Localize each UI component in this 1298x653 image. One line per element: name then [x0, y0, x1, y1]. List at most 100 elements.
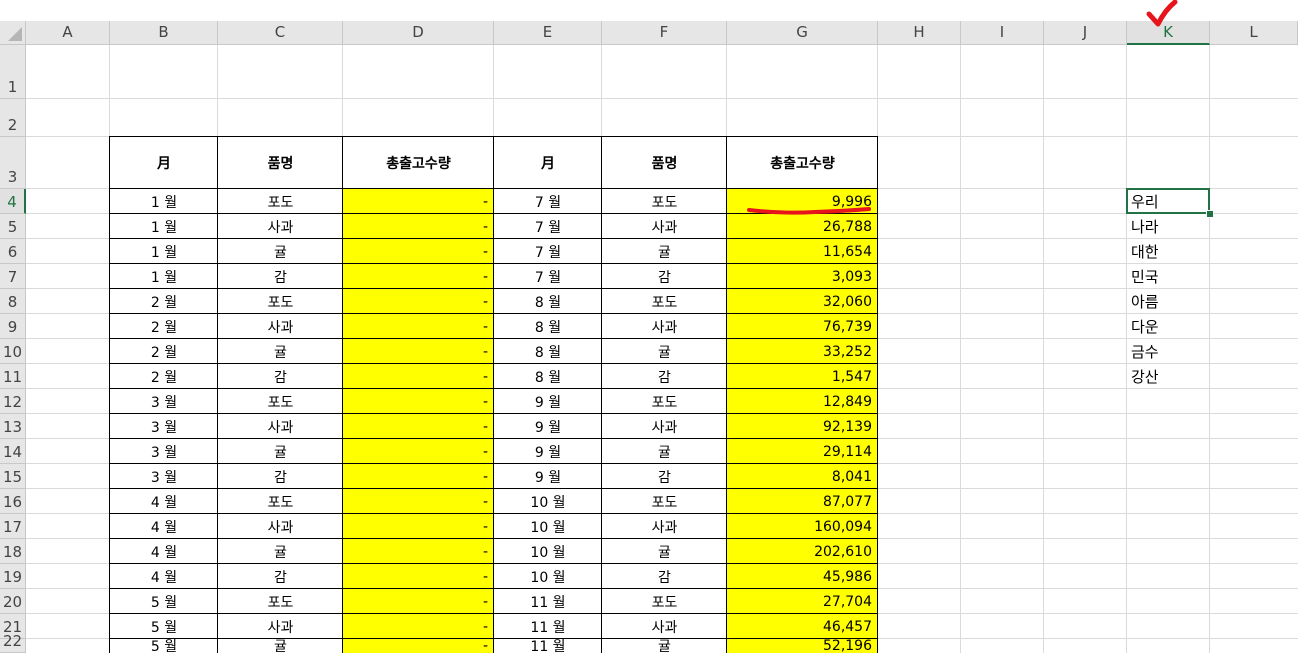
table-cell[interactable]: 감 — [602, 364, 727, 389]
table-cell[interactable]: 포도 — [602, 389, 727, 414]
row-header-11[interactable]: 11 — [0, 364, 26, 389]
table-cell[interactable]: - — [343, 639, 494, 653]
row-header-2[interactable]: 2 — [0, 99, 26, 137]
fill-handle[interactable] — [1206, 210, 1214, 218]
table-cell[interactable]: 귤 — [602, 539, 727, 564]
table-cell[interactable]: - — [343, 339, 494, 364]
table-cell[interactable]: - — [343, 289, 494, 314]
row-header-16[interactable]: 16 — [0, 489, 26, 514]
table-cell[interactable]: 160,094 — [727, 514, 878, 539]
table-cell[interactable]: 2 월 — [110, 339, 218, 364]
table-cell[interactable]: 11,654 — [727, 239, 878, 264]
table-cell[interactable]: 1 월 — [110, 264, 218, 289]
table-cell[interactable]: 9 월 — [494, 414, 602, 439]
table-cell[interactable]: 27,704 — [727, 589, 878, 614]
table-cell[interactable]: 사과 — [602, 514, 727, 539]
table-cell[interactable]: - — [343, 214, 494, 239]
table-cell[interactable]: 감 — [602, 264, 727, 289]
column-header-l[interactable]: L — [1210, 21, 1298, 45]
table-cell[interactable]: 포도 — [218, 489, 343, 514]
row-header-10[interactable]: 10 — [0, 339, 26, 364]
k-column-cell[interactable]: 나라 — [1127, 214, 1210, 239]
column-header-c[interactable]: C — [218, 21, 343, 45]
table-cell[interactable]: 감 — [218, 264, 343, 289]
table-cell[interactable]: 포도 — [218, 389, 343, 414]
column-header-e[interactable]: E — [494, 21, 602, 45]
table-header-cell[interactable]: 품명 — [218, 137, 343, 189]
table-header-cell[interactable]: 月 — [110, 137, 218, 189]
table-cell[interactable]: 7 월 — [494, 239, 602, 264]
row-header-14[interactable]: 14 — [0, 439, 26, 464]
table-cell[interactable]: - — [343, 314, 494, 339]
table-cell[interactable]: 감 — [602, 464, 727, 489]
table-cell[interactable]: 귤 — [218, 439, 343, 464]
table-cell[interactable]: 8 월 — [494, 339, 602, 364]
table-cell[interactable]: 사과 — [218, 414, 343, 439]
select-all-corner[interactable] — [0, 21, 26, 45]
table-cell[interactable]: 1 월 — [110, 189, 218, 214]
table-cell[interactable]: 3 월 — [110, 389, 218, 414]
table-cell[interactable]: - — [343, 589, 494, 614]
table-cell[interactable]: 3 월 — [110, 414, 218, 439]
row-header-20[interactable]: 20 — [0, 589, 26, 614]
row-header-18[interactable]: 18 — [0, 539, 26, 564]
table-cell[interactable]: - — [343, 464, 494, 489]
table-cell[interactable]: 귤 — [218, 639, 343, 653]
table-cell[interactable]: 7 월 — [494, 189, 602, 214]
row-header-8[interactable]: 8 — [0, 289, 26, 314]
table-cell[interactable]: 포도 — [218, 289, 343, 314]
table-cell[interactable]: 5 월 — [110, 614, 218, 639]
row-header-12[interactable]: 12 — [0, 389, 26, 414]
row-header-1[interactable]: 1 — [0, 45, 26, 99]
table-cell[interactable]: 8 월 — [494, 314, 602, 339]
active-cell-selection[interactable] — [1126, 188, 1210, 214]
table-cell[interactable]: 4 월 — [110, 564, 218, 589]
table-cell[interactable]: 5 월 — [110, 639, 218, 653]
table-cell[interactable]: 202,610 — [727, 539, 878, 564]
table-cell[interactable]: 감 — [218, 464, 343, 489]
table-cell[interactable]: 감 — [218, 564, 343, 589]
row-header-6[interactable]: 6 — [0, 239, 26, 264]
spreadsheet-grid[interactable]: ABCDEFGHIJKL 1 2 3 4 5 6 7 8 9 10 11 12 13 14 15 16 17 18… — [0, 0, 1298, 653]
k-column-cell[interactable]: 다운 — [1127, 314, 1210, 339]
table-cell[interactable]: 2 월 — [110, 289, 218, 314]
table-cell[interactable]: - — [343, 189, 494, 214]
table-cell[interactable]: 26,788 — [727, 214, 878, 239]
table-cell[interactable]: 귤 — [602, 239, 727, 264]
column-header-h[interactable]: H — [878, 21, 961, 45]
table-cell[interactable]: 감 — [218, 364, 343, 389]
table-cell[interactable]: - — [343, 414, 494, 439]
table-cell[interactable]: 귤 — [602, 339, 727, 364]
table-cell[interactable]: 3 월 — [110, 464, 218, 489]
row-header-22[interactable]: 22 — [0, 632, 26, 653]
table-cell[interactable]: 5 월 — [110, 589, 218, 614]
row-header-5[interactable]: 5 — [0, 214, 26, 239]
table-cell[interactable]: 10 월 — [494, 514, 602, 539]
table-cell[interactable]: 귤 — [218, 239, 343, 264]
table-header-cell[interactable]: 품명 — [602, 137, 727, 189]
table-cell[interactable]: 29,114 — [727, 439, 878, 464]
column-header-f[interactable]: F — [602, 21, 727, 45]
table-cell[interactable]: 1 월 — [110, 239, 218, 264]
row-header-13[interactable]: 13 — [0, 414, 26, 439]
table-cell[interactable]: 3 월 — [110, 439, 218, 464]
table-cell[interactable]: - — [343, 564, 494, 589]
table-cell[interactable]: - — [343, 264, 494, 289]
table-header-cell[interactable]: 총출고수량 — [727, 137, 878, 189]
table-cell[interactable]: 7 월 — [494, 264, 602, 289]
table-cell[interactable]: 46,457 — [727, 614, 878, 639]
table-cell[interactable]: - — [343, 539, 494, 564]
table-cell[interactable]: 사과 — [218, 514, 343, 539]
table-cell[interactable]: 사과 — [602, 614, 727, 639]
row-header-4[interactable]: 4 — [0, 189, 26, 214]
column-header-j[interactable]: J — [1044, 21, 1127, 45]
table-cell[interactable]: - — [343, 239, 494, 264]
table-cell[interactable]: 포도 — [602, 489, 727, 514]
table-cell[interactable]: 포도 — [602, 589, 727, 614]
table-cell[interactable]: 11 월 — [494, 589, 602, 614]
table-header-cell[interactable]: 月 — [494, 137, 602, 189]
table-cell[interactable]: 귤 — [218, 539, 343, 564]
table-cell[interactable]: 사과 — [218, 614, 343, 639]
table-cell[interactable]: 2 월 — [110, 314, 218, 339]
row-header-7[interactable]: 7 — [0, 264, 26, 289]
